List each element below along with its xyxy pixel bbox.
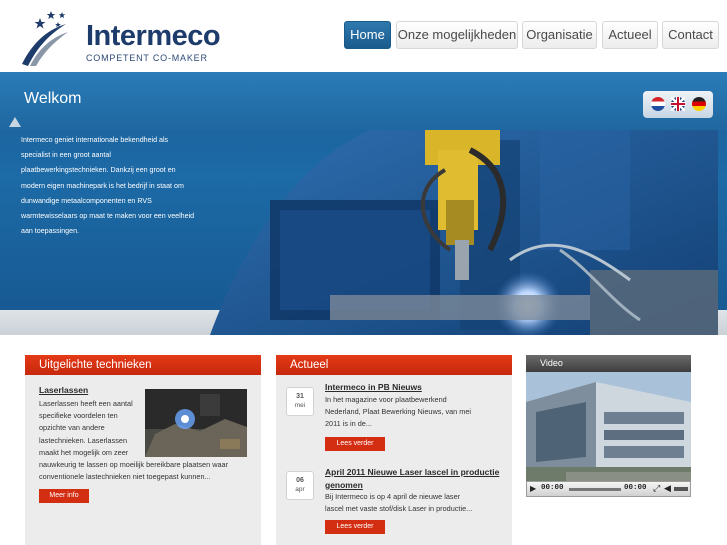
techniques-panel: Uitgelichte technieken Laserlassen Laser…: [25, 355, 261, 545]
body-line: opzichte van andere: [39, 423, 105, 433]
fullscreen-icon[interactable]: ⤢: [653, 483, 660, 494]
read-more-button[interactable]: Lees verder: [325, 437, 385, 451]
news-date-badge: 06 apr: [286, 471, 314, 500]
news-date-badge: 31 mei: [286, 387, 314, 416]
more-info-button[interactable]: Meer info: [39, 489, 89, 503]
news-panel: Actueel 31 mei Intermeco in PB Nieuws In…: [276, 355, 512, 545]
news-title-line: April 2011 Nieuwe Laser lascel in produc…: [325, 467, 500, 477]
news-summary: Bij Intermeco is op 4 april de nieuwe la…: [325, 491, 505, 515]
body-line: In het magazine voor plaatbewerkend: [325, 395, 447, 404]
news-date-month: mei: [294, 402, 306, 409]
nl-flag-icon[interactable]: [651, 97, 665, 111]
language-switcher: [643, 91, 713, 118]
hero-arrow-icon: [9, 117, 21, 127]
body-line: nauwkeurig te lassen op moeilijk bereikb…: [39, 460, 229, 469]
news-date-day: 06: [296, 477, 304, 484]
body-line: specifieke voordelen ten: [39, 411, 118, 421]
laser-welding-image: [145, 389, 247, 457]
video-thumbnail[interactable]: [526, 372, 691, 481]
technique-title-link[interactable]: Laserlassen: [39, 385, 88, 395]
hero-line: modern eigen machinepark is het bedrijf …: [21, 181, 184, 190]
de-flag-icon[interactable]: [692, 97, 706, 111]
nav-onze-mogelijkheden[interactable]: Onze mogelijkheden: [396, 21, 518, 49]
news-title-link[interactable]: Intermeco in PB Nieuws: [325, 382, 422, 392]
video-heading: Video: [526, 355, 691, 372]
body-line: maakt het mogelijk om zeer: [39, 447, 129, 457]
brand-tagline: COMPETENT CO-MAKER: [86, 53, 208, 63]
body-line: 2011 is in de...: [325, 419, 372, 429]
hero-line: Intermeco geniet internationale bekendhe…: [21, 136, 169, 144]
hero-line: specialist in een groot aantal: [21, 151, 111, 160]
hero-line: warmtewisselaars op maat te maken voor e…: [21, 212, 195, 221]
news-date-month: apr: [295, 486, 305, 493]
volume-slider[interactable]: [674, 487, 688, 491]
video-panel: Video ▶ 00:00 00:00 ⤢ ◀: [526, 355, 691, 497]
page: Intermeco COMPETENT CO-MAKER Home Onze m…: [0, 0, 727, 545]
body-line: Bij Intermeco is op 4 april de nieuwe la…: [325, 492, 461, 501]
play-icon[interactable]: ▶: [530, 484, 536, 493]
nav-actueel[interactable]: Actueel: [602, 21, 658, 49]
body-line: conventionele lastechnieken niet toegepa…: [39, 472, 211, 482]
technique-body-bottom: nauwkeurig te lassen op moeilijk bereikb…: [39, 459, 254, 483]
news-title-link[interactable]: April 2011 Nieuwe Laser lascel in produc…: [325, 466, 499, 492]
nav-contact[interactable]: Contact: [662, 21, 719, 49]
read-more-button[interactable]: Lees verder: [325, 520, 385, 534]
hero-welding-robot-image: [210, 130, 718, 335]
hero-line: aan toepassingen.: [21, 227, 79, 236]
news-heading: Actueel: [276, 355, 512, 375]
uk-flag-icon[interactable]: [670, 96, 686, 112]
body-line: Nederland, Plaat Bewerking Nieuws, van m…: [325, 407, 472, 417]
volume-icon[interactable]: ◀: [664, 483, 671, 494]
hero-title: Welkom: [24, 90, 82, 107]
video-time-current: 00:00: [541, 484, 564, 492]
video-time-total: 00:00: [624, 484, 647, 492]
hero-title-band: [0, 72, 727, 130]
hero-line: plaatbewerkingstechnieken. Dankzij een g…: [21, 166, 176, 175]
body-line: lascel met vaste stof/disk Laser in prod…: [325, 504, 473, 514]
nav-home[interactable]: Home: [344, 21, 391, 49]
site-header: Intermeco COMPETENT CO-MAKER Home Onze m…: [0, 0, 727, 72]
techniques-heading: Uitgelichte technieken: [25, 355, 261, 375]
video-controls: ▶ 00:00 00:00 ⤢ ◀: [526, 481, 691, 497]
body-line: Laserlassen heeft een aantal: [39, 399, 133, 408]
nav-organisatie[interactable]: Organisatie: [522, 21, 597, 49]
main-nav: Home Onze mogelijkheden Organisatie Actu…: [0, 21, 727, 49]
technique-body-top: Laserlassen heeft een aantal specifieke …: [39, 398, 149, 459]
hero-intro-text: Intermeco geniet internationale bekendhe…: [21, 133, 211, 239]
news-summary: In het magazine voor plaatbewerkend Nede…: [325, 394, 505, 431]
video-progress-bar[interactable]: [569, 488, 621, 491]
hero-line: dunwandige metaalcomponenten en RVS: [21, 196, 152, 205]
news-date-day: 31: [296, 393, 304, 400]
body-line: lastechnieken. Laserlassen: [39, 435, 128, 445]
